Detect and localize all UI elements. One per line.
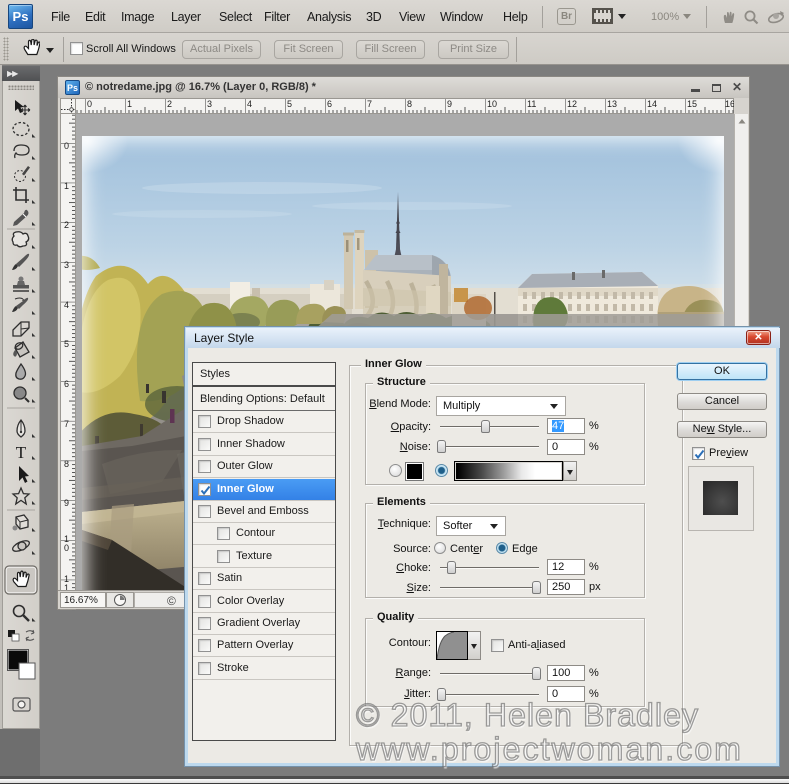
svg-text:0: 0 bbox=[64, 543, 69, 553]
svg-text:12: 12 bbox=[567, 99, 577, 109]
svg-text:2: 2 bbox=[167, 99, 172, 109]
svg-text:9: 9 bbox=[64, 498, 69, 508]
svg-text:4: 4 bbox=[64, 300, 69, 310]
svg-text:10: 10 bbox=[487, 99, 497, 109]
svg-text:6: 6 bbox=[327, 99, 332, 109]
svg-text:7: 7 bbox=[367, 99, 372, 109]
svg-text:11: 11 bbox=[527, 99, 536, 109]
svg-text:0: 0 bbox=[87, 99, 92, 109]
svg-text:5: 5 bbox=[64, 339, 69, 349]
svg-text:8: 8 bbox=[407, 99, 412, 109]
svg-text:6: 6 bbox=[64, 379, 69, 389]
svg-text:1: 1 bbox=[64, 181, 69, 191]
svg-text:13: 13 bbox=[607, 99, 617, 109]
svg-text:1: 1 bbox=[127, 99, 132, 109]
svg-text:7: 7 bbox=[64, 419, 69, 429]
svg-text:15: 15 bbox=[687, 99, 697, 109]
svg-text:16: 16 bbox=[725, 99, 734, 109]
svg-text:9: 9 bbox=[447, 99, 452, 109]
svg-text:4: 4 bbox=[247, 99, 252, 109]
svg-text:8: 8 bbox=[64, 459, 69, 469]
svg-text:3: 3 bbox=[207, 99, 212, 109]
svg-text:3: 3 bbox=[64, 260, 69, 270]
svg-text:2: 2 bbox=[64, 220, 69, 230]
svg-text:0: 0 bbox=[64, 141, 69, 151]
svg-text:T: T bbox=[16, 443, 27, 462]
svg-text:5: 5 bbox=[287, 99, 292, 109]
svg-text:14: 14 bbox=[647, 99, 657, 109]
